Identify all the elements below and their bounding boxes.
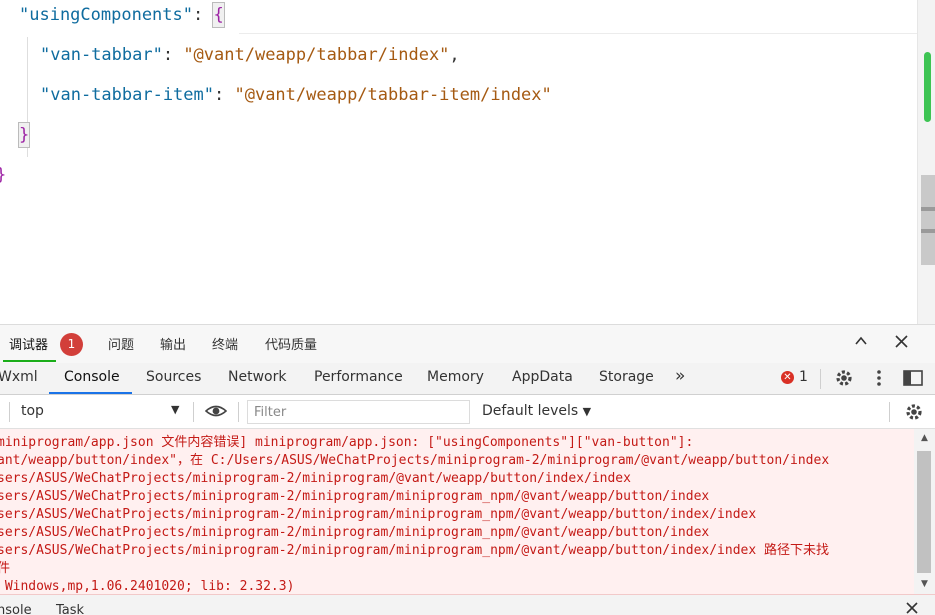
console-line: sers/ASUS/WeChatProjects/miniprogram-2/m… bbox=[0, 525, 710, 540]
kebab-menu-icon[interactable] bbox=[872, 368, 886, 392]
dropdown-arrow-icon[interactable]: ▼ bbox=[171, 403, 179, 416]
tab-console[interactable]: Console bbox=[64, 369, 120, 385]
context-selector[interactable]: top bbox=[21, 403, 44, 419]
panel-tab-bar: 调试器 1 问题 输出 终端 代码质量 bbox=[0, 324, 935, 363]
close-icon[interactable] bbox=[906, 599, 918, 615]
code-line-4[interactable]: } bbox=[17, 122, 31, 148]
json-open-brace: { bbox=[212, 2, 225, 28]
scroll-marker bbox=[921, 229, 935, 233]
scroll-position-indicator bbox=[924, 52, 931, 122]
tab-storage[interactable]: Storage bbox=[599, 369, 654, 385]
code-line-1[interactable]: "usingComponents": { bbox=[19, 2, 225, 28]
dropdown-arrow-icon: ▼ bbox=[582, 405, 592, 418]
close-icon[interactable] bbox=[890, 331, 912, 355]
json-key: "van-tabbar" bbox=[40, 45, 163, 65]
tab-wxml[interactable]: Wxml bbox=[0, 369, 38, 385]
current-line-highlight bbox=[239, 33, 919, 34]
tab-code-quality[interactable]: 代码质量 bbox=[265, 334, 317, 353]
more-tabs-icon[interactable]: » bbox=[675, 366, 685, 386]
active-tab-indicator bbox=[3, 360, 56, 362]
editor-scrollbar[interactable] bbox=[917, 0, 935, 324]
scroll-up-icon[interactable]: ▲ bbox=[918, 433, 931, 445]
console-scrollbar[interactable]: ▲ ▼ bbox=[914, 429, 935, 594]
code-line-3[interactable]: "van-tabbar-item": "@vant/weapp/tabbar-i… bbox=[40, 83, 552, 107]
console-line: sers/ASUS/WeChatProjects/miniprogram-2/m… bbox=[0, 471, 631, 486]
drawer-tab-task[interactable]: Task bbox=[56, 603, 84, 615]
tab-network[interactable]: Network bbox=[228, 369, 286, 385]
tab-problems[interactable]: 问题 bbox=[108, 334, 134, 353]
json-key: "van-tabbar-item" bbox=[40, 85, 214, 105]
console-scroll-thumb[interactable] bbox=[917, 451, 931, 573]
dock-side-icon[interactable] bbox=[902, 368, 924, 392]
error-x-icon: ✕ bbox=[781, 371, 794, 384]
tab-debugger[interactable]: 调试器 bbox=[9, 334, 48, 353]
json-string: "@vant/weapp/tabbar-item/index" bbox=[234, 85, 552, 105]
console-toolbar: top ▼ Default levels ▼ bbox=[0, 395, 935, 429]
tab-output[interactable]: 输出 bbox=[160, 334, 186, 353]
json-comma: , bbox=[449, 45, 460, 65]
json-close-brace: } bbox=[0, 165, 6, 185]
scroll-down-icon[interactable]: ▼ bbox=[918, 579, 931, 591]
log-levels-dropdown[interactable]: Default levels ▼ bbox=[482, 403, 591, 419]
json-colon: : bbox=[162, 45, 184, 65]
gear-icon[interactable] bbox=[834, 368, 854, 392]
console-line: sers/ASUS/WeChatProjects/miniprogram-2/m… bbox=[0, 507, 757, 522]
filter-input[interactable] bbox=[247, 400, 470, 424]
scroll-marker bbox=[921, 207, 935, 211]
devtools-tab-bar: Wxml Console Sources Network Performance… bbox=[0, 363, 935, 395]
eye-icon[interactable] bbox=[204, 402, 228, 424]
tab-memory[interactable]: Memory bbox=[427, 369, 484, 385]
chevron-up-icon[interactable] bbox=[850, 331, 872, 355]
code-editor[interactable]: "usingComponents": { "van-tabbar": "@van… bbox=[0, 0, 935, 324]
log-levels-label: Default levels bbox=[482, 403, 579, 419]
divider bbox=[238, 402, 239, 422]
active-tab-indicator bbox=[49, 392, 132, 394]
drawer-tab-console[interactable]: nsole bbox=[0, 603, 32, 615]
console-line: sers/ASUS/WeChatProjects/miniprogram-2/m… bbox=[0, 543, 830, 558]
console-error-message[interactable]: miniprogram/app.json 文件内容错误] miniprogram… bbox=[0, 429, 935, 595]
divider bbox=[9, 402, 10, 422]
error-counter[interactable]: ✕ 1 bbox=[781, 369, 808, 389]
json-string: "@vant/weapp/tabbar/index" bbox=[183, 45, 450, 65]
code-line-2[interactable]: "van-tabbar": "@vant/weapp/tabbar/index"… bbox=[40, 43, 460, 67]
tab-performance[interactable]: Performance bbox=[314, 369, 403, 385]
divider bbox=[889, 402, 890, 422]
console-line: 件 bbox=[0, 560, 10, 578]
tab-terminal[interactable]: 终端 bbox=[212, 334, 238, 353]
json-colon: : bbox=[193, 5, 214, 25]
error-count-value: 1 bbox=[799, 369, 808, 385]
drawer-tab-bar: nsole Task bbox=[0, 595, 935, 615]
tab-sources[interactable]: Sources bbox=[146, 369, 201, 385]
tab-appdata[interactable]: AppData bbox=[512, 369, 573, 385]
json-close-brace: } bbox=[17, 122, 31, 148]
error-badge: 1 bbox=[60, 333, 83, 356]
console-line: miniprogram/app.json 文件内容错误] miniprogram… bbox=[0, 435, 694, 450]
console-line: sers/ASUS/WeChatProjects/miniprogram-2/m… bbox=[0, 489, 710, 504]
editor-scroll-thumb[interactable] bbox=[921, 175, 935, 265]
json-key: "usingComponents" bbox=[19, 5, 193, 25]
console-line: Windows,mp,1.06.2401020; lib: 2.32.3) bbox=[0, 579, 295, 594]
gear-icon[interactable] bbox=[904, 402, 924, 426]
divider bbox=[193, 402, 194, 422]
code-line-5[interactable]: } bbox=[0, 163, 6, 187]
divider bbox=[820, 369, 821, 389]
json-colon: : bbox=[214, 85, 235, 105]
console-line: ant/weapp/button/index"，在 C:/Users/ASUS/… bbox=[0, 453, 830, 468]
